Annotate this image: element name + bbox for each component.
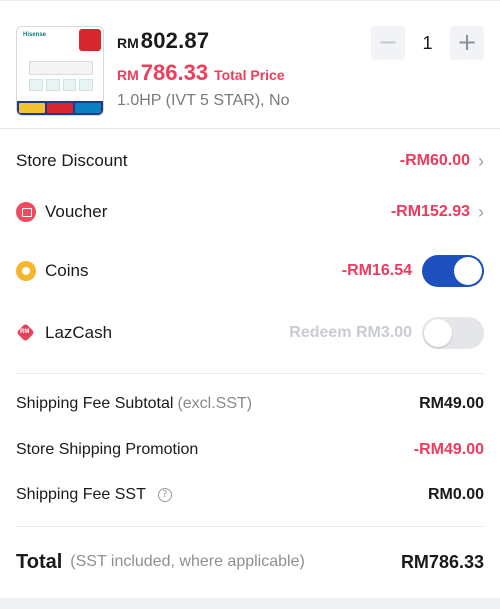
total-label: Total xyxy=(16,550,63,573)
shipping-sst-row: Shipping Fee SST ? RM0.00 xyxy=(16,480,484,510)
voucher-row[interactable]: Voucher -RM152.93 › xyxy=(16,197,484,227)
shipping-subtotal-value: RM49.00 xyxy=(419,395,484,412)
total-note: (SST included, where applicable) xyxy=(70,553,305,570)
lazcash-toggle[interactable] xyxy=(422,317,484,349)
shipping-sst-value: RM0.00 xyxy=(427,486,484,503)
total-row: Total (SST included, where applicable) R… xyxy=(16,547,484,577)
toggle-knob xyxy=(424,319,452,347)
coins-toggle[interactable] xyxy=(422,255,484,287)
section-divider xyxy=(16,526,484,527)
shipping-promotion-row: Store Shipping Promotion -RM49.00 xyxy=(16,435,484,465)
toggle-knob xyxy=(454,257,482,285)
lazcash-label: LazCash xyxy=(45,323,113,342)
chevron-right-icon: › xyxy=(478,202,484,222)
store-discount-value: -RM60.00 xyxy=(399,152,470,169)
total-price-label: Total Price xyxy=(214,67,285,83)
store-discount-row[interactable]: Store Discount -RM60.00 › xyxy=(16,146,484,176)
shipping-sst-label: Shipping Fee SST xyxy=(16,486,146,503)
product-image[interactable]: Hisense xyxy=(16,26,104,116)
question-icon[interactable]: ? xyxy=(157,488,172,502)
chevron-right-icon: › xyxy=(478,151,484,171)
promo-badge xyxy=(79,29,101,51)
quantity-value: 1 xyxy=(422,32,433,53)
lazcash-icon xyxy=(16,323,36,343)
plus-icon: + xyxy=(456,28,478,56)
original-price-amount: 802.87 xyxy=(140,28,210,53)
decrease-quantity-button[interactable]: − xyxy=(371,26,405,60)
shipping-subtotal-label: Shipping Fee Subtotal xyxy=(16,395,174,412)
minus-icon: − xyxy=(377,28,399,56)
section-divider xyxy=(0,128,500,129)
coins-row: Coins -RM16.54 xyxy=(16,255,484,287)
final-price: RM 786.33 Total Price xyxy=(117,60,285,86)
coin-icon xyxy=(16,261,36,281)
currency-label: RM xyxy=(117,67,139,83)
shipping-subtotal-note: (excl.SST) xyxy=(177,395,253,412)
voucher-value: -RM152.93 xyxy=(390,203,470,220)
coins-label: Coins xyxy=(45,261,89,280)
voucher-label: Voucher xyxy=(45,202,108,221)
lazcash-row: LazCash Redeem RM3.00 xyxy=(16,317,484,349)
increase-quantity-button[interactable]: + xyxy=(450,26,484,60)
product-variant[interactable]: 1.0HP (IVT 5 STAR), No xyxy=(117,92,290,110)
coins-value: -RM16.54 xyxy=(341,262,412,279)
lazcash-redeem-text: Redeem RM3.00 xyxy=(289,324,412,341)
shipping-subtotal-row: Shipping Fee Subtotal (excl.SST) RM49.00 xyxy=(16,389,484,419)
voucher-icon xyxy=(16,202,36,222)
section-divider xyxy=(16,373,484,374)
shipping-promotion-value: -RM49.00 xyxy=(413,441,484,458)
bottom-bar xyxy=(0,598,500,609)
quantity-stepper: − 1 + xyxy=(371,26,484,60)
original-price: RM 802.87 xyxy=(117,28,209,54)
total-value: RM786.33 xyxy=(400,551,484,572)
aircon-unit-graphic xyxy=(29,61,93,75)
product-image-brand: Hisense xyxy=(23,32,47,38)
final-price-amount: 786.33 xyxy=(140,60,209,85)
shipping-promotion-label: Store Shipping Promotion xyxy=(16,441,199,458)
spec-strip-graphic xyxy=(17,101,103,115)
feature-chips-graphic xyxy=(29,79,93,91)
product-card: Hisense RM 802.87 RM 786.33 Total Price … xyxy=(0,0,500,128)
store-discount-label: Store Discount xyxy=(16,151,128,170)
currency-label: RM xyxy=(117,35,139,51)
